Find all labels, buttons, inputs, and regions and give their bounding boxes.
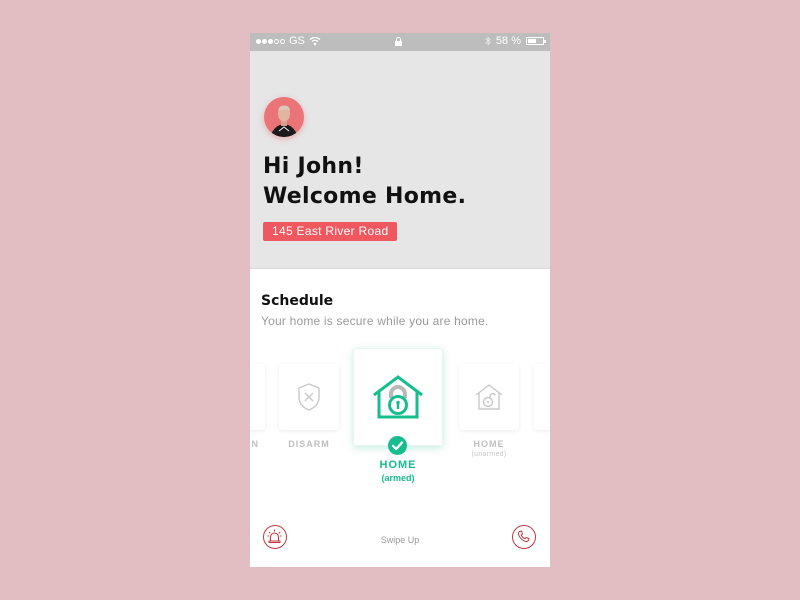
status-bar: GS 58 % (250, 33, 550, 51)
mode-sublabel-home-unarmed: (unarmed) (471, 451, 507, 458)
avatar-photo (270, 105, 298, 137)
address-badge[interactable]: 145 East River Road (263, 222, 398, 241)
mode-label-home-unarmed: HOME (473, 439, 505, 449)
mode-sublabel-home-armed: (armed) (381, 473, 415, 483)
greeting-line-1: Hi John! (263, 154, 364, 179)
mode-card-home-unarmed[interactable] (459, 364, 519, 430)
house-lock-icon (373, 375, 423, 419)
house-unlocked-icon (475, 384, 503, 410)
mode-card-home-armed[interactable] (353, 348, 443, 446)
header: Hi John! Welcome Home. 145 East River Ro… (250, 51, 550, 269)
mode-card-partial-left[interactable] (250, 364, 265, 430)
bluetooth-icon (485, 36, 491, 46)
mode-label-partial-left: ION (250, 439, 260, 449)
battery-icon (526, 37, 546, 45)
carrier-name: GS (289, 35, 305, 47)
mode-label-home-armed: HOME (379, 459, 417, 471)
signal-dots-icon (256, 38, 285, 44)
greeting: Hi John! Welcome Home. (263, 152, 466, 212)
mode-label-disarm: DISARM (288, 439, 330, 449)
mode-card-partial-right[interactable] (534, 364, 550, 430)
schedule-title: Schedule (261, 293, 334, 309)
selected-check-icon (388, 436, 407, 455)
phone-icon (517, 530, 530, 543)
greeting-line-2: Welcome Home. (263, 184, 467, 209)
swipe-up-label[interactable]: Swipe Up (250, 535, 550, 545)
call-button[interactable] (512, 525, 536, 549)
shield-x-icon (298, 383, 320, 411)
schedule-subtitle: Your home is secure while you are home. (261, 314, 489, 328)
user-avatar[interactable] (264, 97, 304, 137)
phone-screen: GS 58 % Hi John! Welcome Home. 145 East … (250, 33, 550, 567)
wifi-icon (309, 36, 321, 46)
lock-icon (395, 36, 402, 46)
battery-percent: 58 % (495, 35, 521, 47)
mode-card-disarm[interactable] (279, 364, 339, 430)
